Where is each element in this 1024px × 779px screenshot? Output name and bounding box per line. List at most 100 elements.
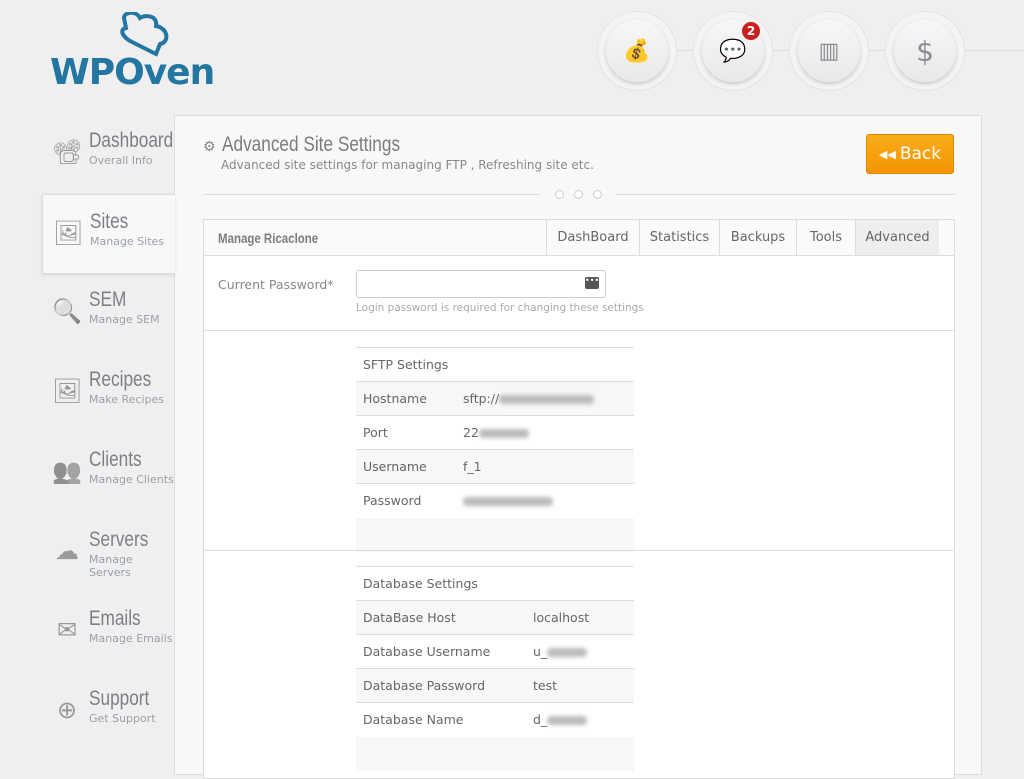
table-row: Username f_1: [356, 449, 634, 484]
page-title: ⚙ Advanced Site Settings: [203, 132, 439, 157]
coins-icon: 💰: [606, 20, 668, 82]
setting-value: localhost: [526, 600, 634, 635]
setting-value: f_1: [456, 449, 634, 484]
image-icon: 🖼: [53, 218, 84, 247]
setting-label: Database Name: [356, 702, 526, 737]
setting-value: sftp://: [456, 381, 634, 416]
picture-icon: 🖼: [52, 377, 83, 406]
sidebar-item-servers[interactable]: ☁ Servers Manage Servers: [42, 513, 175, 593]
main-panel: ⚙ Advanced Site Settings Advanced site s…: [174, 115, 982, 779]
password-hint: Login password is required for changing …: [356, 302, 644, 314]
sidebar-item-subtitle: Manage Servers: [89, 552, 133, 579]
table-row: Database Name d_: [356, 702, 634, 737]
database-settings-table: Database Settings DataBase Host localhost D…: [356, 566, 634, 771]
divider: [203, 194, 540, 195]
table-row: Password: [356, 483, 634, 518]
setting-value: d_: [526, 702, 634, 737]
sidebar-item-recipes[interactable]: 🖼 Recipes Make Recipes: [42, 353, 175, 433]
sidebar-item-title: Recipes: [89, 367, 165, 392]
sidebar-item-title-text: Emails: [89, 607, 141, 631]
current-password-input[interactable]: •••: [356, 270, 606, 298]
sidebar-item-title-text: Sites: [90, 209, 129, 233]
envelope-icon: ✉: [56, 616, 78, 645]
setting-value-text: 22: [463, 425, 479, 440]
pager-dot: [593, 190, 602, 199]
tab-backups[interactable]: Backups: [719, 220, 796, 255]
sidebar-item-title-text: Clients: [89, 447, 142, 471]
sidebar-item-title-text: Servers: [89, 527, 149, 551]
sidebar-item-subtitle: Manage Emails: [89, 632, 173, 646]
setting-value-text: u_: [533, 644, 548, 659]
cloud-icon: ☁: [55, 536, 79, 565]
topnav-layout-button[interactable]: ▥: [790, 12, 868, 90]
back-button[interactable]: ◀◀ Back: [866, 134, 954, 174]
setting-label: Username: [356, 449, 456, 484]
notification-badge: 2: [740, 20, 762, 42]
redacted-value: [499, 395, 595, 404]
sidebar-item-title-text: SEM: [89, 288, 127, 312]
sidebar-item-title-text: Dashboard: [89, 129, 174, 152]
tab-advanced[interactable]: Advanced: [855, 220, 939, 255]
setting-label: Port: [356, 415, 456, 450]
sidebar-item-subtitle: Overall Info: [89, 154, 153, 167]
setting-label: Password: [356, 483, 456, 518]
setting-value: 22: [456, 415, 634, 450]
setting-label: Database Username: [356, 634, 526, 669]
setting-label: Hostname: [356, 381, 456, 416]
brand-name: WPOven: [50, 52, 215, 93]
setting-value-text: f_1: [463, 459, 482, 474]
sidebar-item-title: Support: [89, 686, 163, 711]
sidebar-item-title: SEM: [89, 287, 135, 312]
tab-statistics[interactable]: Statistics: [639, 220, 719, 255]
layout-icon: ▥: [798, 20, 860, 82]
sidebar-item-clients[interactable]: 👥 Clients Manage Clients: [42, 433, 175, 513]
rewind-icon: ◀◀: [878, 147, 896, 161]
setting-label: Database Password: [356, 668, 526, 703]
sidebar-item-subtitle: Manage SEM: [89, 313, 160, 327]
sidebar-item-title: Sites: [90, 209, 137, 234]
db-heading: Database Settings: [356, 566, 634, 601]
setting-value-text: localhost: [533, 610, 590, 625]
search-icon: 🔍: [52, 297, 82, 326]
wpoven-logo[interactable]: WPOven: [50, 12, 215, 93]
sidebar-item-subtitle: Make Recipes: [89, 393, 164, 407]
table-row: DataBase Host localhost: [356, 600, 634, 635]
divider: [204, 550, 954, 551]
setting-value-text: test: [533, 678, 558, 693]
setting-value-text: sftp://: [463, 391, 500, 406]
back-label: Back: [899, 144, 942, 164]
setting-label: DataBase Host: [356, 600, 526, 635]
sidebar-item-sem[interactable]: 🔍 SEM Manage SEM: [42, 273, 175, 353]
lifebuoy-icon: ⊕: [56, 695, 78, 724]
sidebar-item-support[interactable]: ⊕ Support Get Support: [42, 672, 175, 752]
redacted-value: [547, 648, 588, 657]
divider: [204, 330, 954, 331]
tab-tools[interactable]: Tools: [796, 220, 855, 255]
sidebar-item-dashboard[interactable]: 📽 Dashboard Overall Info: [42, 114, 175, 194]
table-row: Port 22: [356, 415, 634, 450]
password-manager-icon: •••: [585, 277, 599, 289]
table-row: Database Username u_: [356, 634, 634, 669]
sidebar-item-title-text: Support: [89, 686, 150, 710]
sidebar-item-emails[interactable]: ✉ Emails Manage Emails: [42, 592, 175, 672]
topnav-billing-button[interactable]: 💰: [598, 12, 676, 90]
setting-value-text: d_: [533, 712, 548, 728]
gear-icon: ⚙: [203, 139, 216, 155]
box-title-text: Manage Ricaclone: [218, 230, 319, 246]
topnav-payments-button[interactable]: $: [886, 12, 964, 90]
sidebar-item-subtitle: Get Support: [89, 711, 156, 725]
sidebar-item-title: Clients: [89, 447, 153, 472]
tab-dashboard[interactable]: DashBoard: [546, 220, 639, 255]
sidebar-item-title: Servers: [89, 527, 161, 552]
sidebar-item-sites[interactable]: 🖼 Sites Manage Sites: [42, 193, 175, 274]
topnav-messages-button[interactable]: 💬 2: [694, 12, 772, 90]
site-settings-box: Manage Ricaclone DashBoard Statistics Ba…: [203, 219, 955, 779]
redacted-value: [478, 429, 529, 438]
sidebar-item-subtitle: Manage Clients: [89, 472, 174, 486]
page-title-text: Advanced Site Settings: [222, 133, 401, 156]
table-row: Database Password test: [356, 668, 634, 703]
sidebar-item-subtitle: Manage Sites: [90, 234, 165, 248]
redacted-value: [547, 716, 588, 726]
page-subtitle: Advanced site settings for managing FTP …: [221, 158, 594, 172]
users-icon: 👥: [52, 456, 82, 485]
